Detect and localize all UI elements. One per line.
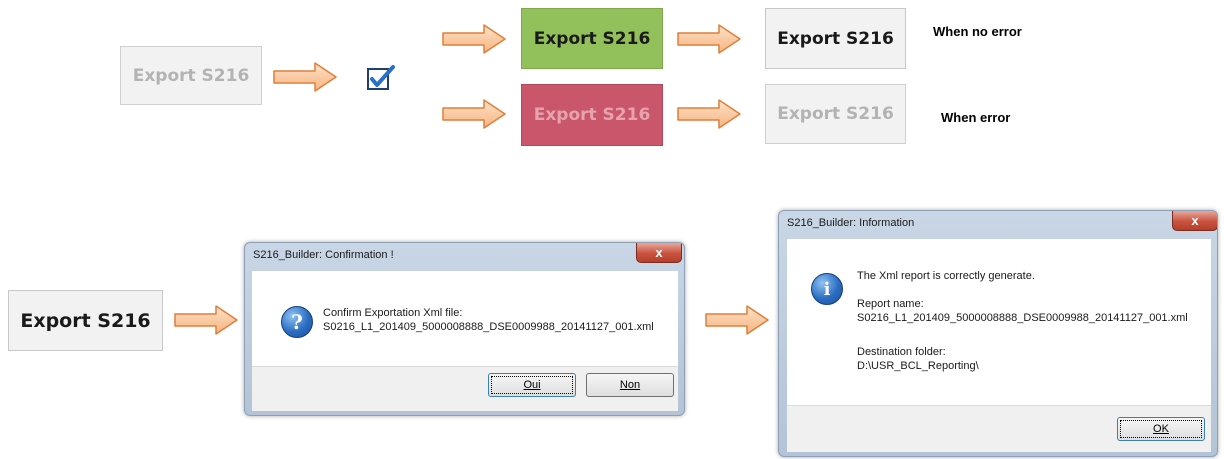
export-button-disabled-initial[interactable]: Export S216 bbox=[120, 46, 262, 105]
no-button[interactable]: Non bbox=[586, 373, 674, 397]
question-icon: ? bbox=[281, 306, 313, 338]
arrow-right-icon bbox=[705, 305, 769, 335]
arrow-right-icon bbox=[677, 24, 741, 54]
dialog-body: i The Xml report is correctly generate. … bbox=[787, 239, 1211, 405]
note-error: When error bbox=[941, 110, 1011, 125]
export-button-error[interactable]: Export S216 bbox=[521, 84, 663, 146]
arrow-right-icon bbox=[677, 99, 741, 129]
dialog-footer: Oui Non bbox=[252, 366, 678, 411]
confirm-message-line2: S0216_L1_201409_5000008888_DSE0009988_20… bbox=[323, 321, 654, 333]
export-button-valid[interactable]: Export S216 bbox=[521, 8, 663, 69]
info-line3: S0216_L1_201409_5000008888_DSE0009988_20… bbox=[857, 312, 1188, 324]
arrow-right-icon bbox=[442, 24, 506, 54]
arrow-right-icon bbox=[273, 62, 337, 92]
checkbox-checked-icon[interactable] bbox=[366, 64, 398, 94]
arrow-right-icon bbox=[442, 99, 506, 129]
note-no-error: When no error bbox=[933, 24, 1022, 39]
export-button-disabled[interactable]: Export S216 bbox=[765, 84, 906, 144]
info-line1: The Xml report is correctly generate. bbox=[857, 270, 1035, 282]
dialog-title: S216_Builder: Confirmation ! bbox=[253, 249, 394, 261]
info-line5: D:\USR_BCL_Reporting\ bbox=[857, 360, 979, 372]
ok-button[interactable]: OK bbox=[1117, 417, 1205, 441]
confirm-message-line1: Confirm Exportation Xml file: bbox=[323, 307, 463, 319]
close-button[interactable]: x bbox=[636, 243, 682, 263]
info-icon: i bbox=[811, 273, 843, 305]
export-button-enabled[interactable]: Export S216 bbox=[765, 8, 906, 69]
confirmation-dialog: S216_Builder: Confirmation ! x ? Confirm… bbox=[244, 242, 685, 416]
arrow-right-icon bbox=[174, 305, 238, 335]
yes-button[interactable]: Oui bbox=[488, 373, 576, 397]
dialog-body: ? Confirm Exportation Xml file: S0216_L1… bbox=[252, 271, 678, 366]
close-button[interactable]: x bbox=[1172, 211, 1217, 231]
export-button-start[interactable]: Export S216 bbox=[8, 290, 163, 351]
information-dialog: S216_Builder: Information x i The Xml re… bbox=[778, 210, 1218, 457]
info-line4: Destination folder: bbox=[857, 346, 946, 358]
dialog-title: S216_Builder: Information bbox=[787, 217, 915, 229]
dialog-footer: OK bbox=[787, 405, 1211, 452]
info-line2: Report name: bbox=[857, 298, 924, 310]
